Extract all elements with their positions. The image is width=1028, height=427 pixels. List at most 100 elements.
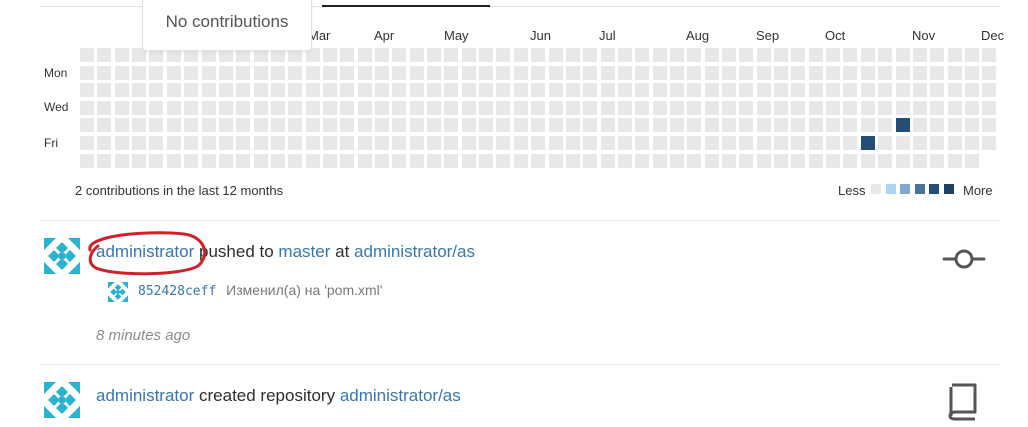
contribution-day-cell[interactable] <box>149 100 164 115</box>
contribution-day-cell[interactable] <box>201 136 216 150</box>
contribution-day-cell[interactable] <box>687 100 702 115</box>
contribution-day-cell[interactable] <box>340 48 355 62</box>
contribution-day-cell[interactable] <box>826 65 841 80</box>
contribution-day-cell[interactable] <box>704 48 719 62</box>
contribution-day-cell[interactable] <box>218 136 233 150</box>
contribution-day-cell[interactable] <box>947 100 962 115</box>
contribution-day-cell[interactable] <box>479 83 494 98</box>
contribution-day-cell[interactable] <box>895 48 910 62</box>
contribution-day-cell[interactable] <box>791 118 806 133</box>
contribution-day-cell[interactable] <box>947 118 962 133</box>
contribution-day-cell[interactable] <box>288 118 303 133</box>
contribution-day-cell[interactable] <box>600 118 615 133</box>
contribution-day-cell[interactable] <box>756 118 771 133</box>
contribution-day-cell[interactable] <box>756 153 771 168</box>
contribution-day-cell[interactable] <box>461 153 476 168</box>
contribution-day-cell[interactable] <box>652 153 667 168</box>
contribution-day-cell[interactable] <box>565 100 580 115</box>
author-link[interactable]: administrator <box>96 386 194 405</box>
avatar[interactable] <box>44 382 80 418</box>
contribution-day-cell[interactable] <box>617 153 632 168</box>
contribution-day-cell[interactable] <box>80 65 94 80</box>
contribution-day-cell[interactable] <box>756 65 771 80</box>
contribution-day-cell[interactable] <box>912 83 927 98</box>
contribution-day-cell[interactable] <box>461 48 476 62</box>
contribution-day-cell[interactable] <box>652 83 667 98</box>
contribution-day-cell[interactable] <box>236 83 251 98</box>
contribution-day-cell[interactable] <box>253 153 268 168</box>
contribution-day-cell[interactable] <box>392 100 407 115</box>
contribution-day-cell[interactable] <box>774 65 788 80</box>
contribution-day-cell[interactable] <box>843 153 858 168</box>
contribution-day-cell[interactable] <box>565 48 580 62</box>
contribution-day-cell[interactable] <box>322 153 337 168</box>
contribution-day-cell[interactable] <box>635 83 650 98</box>
contribution-day-cell[interactable] <box>756 83 771 98</box>
contribution-day-cell[interactable] <box>409 153 424 168</box>
contribution-day-cell[interactable] <box>340 153 355 168</box>
contribution-day-cell[interactable] <box>340 136 355 150</box>
contribution-day-cell[interactable] <box>375 48 389 62</box>
contribution-day-cell[interactable] <box>409 48 424 62</box>
contribution-day-cell[interactable] <box>704 118 719 133</box>
contribution-day-cell[interactable] <box>565 83 580 98</box>
contribution-day-cell[interactable] <box>496 118 511 133</box>
contribution-day-cell[interactable] <box>184 153 199 168</box>
contribution-day-cell[interactable] <box>288 65 303 80</box>
contribution-day-cell[interactable] <box>687 118 702 133</box>
contribution-day-cell[interactable] <box>722 118 736 133</box>
contribution-day-cell[interactable] <box>236 100 251 115</box>
contribution-day-cell[interactable] <box>982 48 997 62</box>
contribution-day-cell[interactable] <box>912 65 927 80</box>
contribution-day-cell[interactable] <box>652 48 667 62</box>
contribution-day-cell[interactable] <box>253 65 268 80</box>
contribution-day-cell[interactable] <box>808 153 823 168</box>
contribution-day-cell[interactable] <box>600 136 615 150</box>
contribution-day-cell[interactable] <box>982 65 997 80</box>
contribution-day-cell[interactable] <box>114 118 129 133</box>
contribution-day-cell[interactable] <box>704 136 719 150</box>
contribution-day-cell[interactable] <box>375 83 389 98</box>
contribution-day-cell[interactable] <box>132 118 147 133</box>
contribution-day-cell[interactable] <box>357 153 372 168</box>
contribution-day-cell[interactable] <box>878 100 893 115</box>
contribution-day-cell[interactable] <box>253 100 268 115</box>
contribution-day-cell[interactable] <box>322 136 337 150</box>
contribution-day-cell[interactable] <box>791 65 806 80</box>
contribution-day-cell[interactable] <box>496 153 511 168</box>
contribution-day-cell[interactable] <box>218 83 233 98</box>
contribution-day-cell[interactable] <box>305 136 320 150</box>
contribution-day-cell[interactable] <box>583 118 598 133</box>
contribution-day-cell[interactable] <box>392 83 407 98</box>
contribution-day-cell[interactable] <box>80 136 94 150</box>
contribution-day-cell[interactable] <box>895 118 910 133</box>
contribution-day-cell[interactable] <box>635 100 650 115</box>
contribution-day-cell[interactable] <box>322 48 337 62</box>
contribution-day-cell[interactable] <box>964 136 979 150</box>
contribution-day-cell[interactable] <box>531 48 546 62</box>
contribution-day-cell[interactable] <box>565 153 580 168</box>
contribution-day-cell[interactable] <box>583 136 598 150</box>
contribution-day-cell[interactable] <box>808 83 823 98</box>
contribution-day-cell[interactable] <box>583 48 598 62</box>
contribution-day-cell[interactable] <box>184 136 199 150</box>
contribution-day-cell[interactable] <box>253 136 268 150</box>
contribution-day-cell[interactable] <box>912 153 927 168</box>
contribution-day-cell[interactable] <box>114 153 129 168</box>
contribution-day-cell[interactable] <box>669 83 684 98</box>
contribution-day-cell[interactable] <box>201 65 216 80</box>
contribution-day-cell[interactable] <box>791 136 806 150</box>
contribution-day-cell[interactable] <box>166 83 181 98</box>
contribution-day-cell[interactable] <box>808 118 823 133</box>
contribution-day-cell[interactable] <box>270 118 285 133</box>
contribution-day-cell[interactable] <box>878 83 893 98</box>
contribution-day-cell[interactable] <box>704 83 719 98</box>
contribution-day-cell[interactable] <box>322 118 337 133</box>
contribution-day-cell[interactable] <box>947 83 962 98</box>
contribution-day-cell[interactable] <box>479 65 494 80</box>
contribution-day-cell[interactable] <box>669 118 684 133</box>
contribution-day-cell[interactable] <box>756 100 771 115</box>
contribution-day-cell[interactable] <box>635 65 650 80</box>
contribution-day-cell[interactable] <box>583 153 598 168</box>
contribution-day-cell[interactable] <box>982 83 997 98</box>
